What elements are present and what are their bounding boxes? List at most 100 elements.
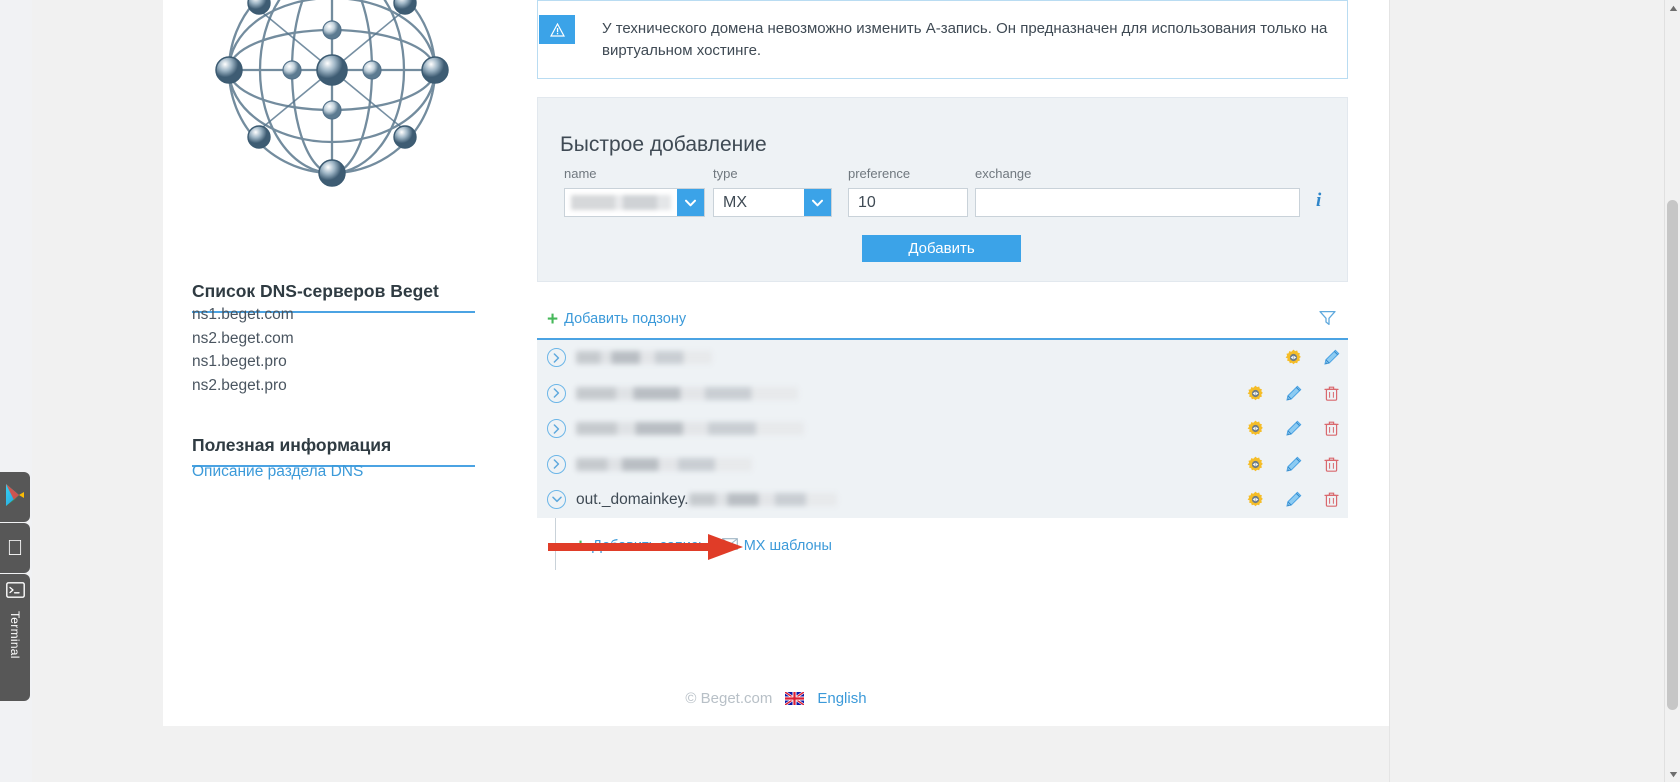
row-actions bbox=[1247, 447, 1340, 483]
exchange-input[interactable] bbox=[975, 188, 1300, 217]
redacted-domain bbox=[576, 457, 752, 471]
chevron-right-icon[interactable] bbox=[547, 383, 566, 403]
row-actions bbox=[1285, 340, 1340, 376]
dns-records-section: + Добавить подзону out._domainkey. + Доб… bbox=[537, 300, 1348, 570]
redacted-domain bbox=[688, 493, 837, 507]
label-preference: preference bbox=[848, 166, 911, 181]
add-record-button[interactable]: + Добавить запись bbox=[575, 537, 706, 556]
add-record-label: Добавить запись bbox=[592, 538, 706, 554]
delete-trash-icon[interactable] bbox=[1323, 385, 1340, 402]
redacted-domain bbox=[576, 351, 712, 365]
gear-icon[interactable] bbox=[1285, 349, 1302, 366]
dns-globe-illustration bbox=[197, 0, 467, 216]
chevron-right-icon[interactable] bbox=[547, 348, 566, 368]
add-button[interactable]: Добавить bbox=[862, 235, 1021, 262]
chevron-down-icon[interactable] bbox=[677, 189, 704, 216]
name-select-value bbox=[571, 195, 671, 210]
vertical-scrollbar[interactable] bbox=[1664, 0, 1680, 782]
dock-item-play-store[interactable] bbox=[0, 472, 30, 522]
field-name: name bbox=[564, 166, 705, 217]
redacted-domain bbox=[576, 422, 804, 436]
add-subzone-button[interactable]: + Добавить подзону bbox=[537, 310, 686, 329]
envelope-icon bbox=[721, 538, 738, 554]
technical-domain-notice: У технического домена невозможно изменит… bbox=[537, 0, 1348, 79]
dns-section-description-link[interactable]: Описание раздела DNS bbox=[192, 463, 363, 481]
dns-server-item: ns2.beget.pro bbox=[192, 376, 287, 394]
label-name: name bbox=[564, 166, 597, 181]
scroll-down-arrow-icon[interactable] bbox=[1665, 766, 1680, 782]
table-row[interactable] bbox=[537, 376, 1348, 412]
label-type: type bbox=[713, 166, 738, 181]
info-icon[interactable]: i bbox=[1316, 190, 1321, 212]
label-exchange: exchange bbox=[975, 166, 1032, 181]
dns-server-item: ns1.beget.com bbox=[192, 306, 294, 323]
plus-icon: + bbox=[547, 308, 559, 330]
table-row[interactable] bbox=[537, 340, 1348, 376]
uk-flag-icon bbox=[784, 690, 806, 707]
mx-templates-label: MX шаблоны bbox=[743, 538, 832, 554]
table-row[interactable] bbox=[537, 411, 1348, 447]
record-name bbox=[576, 351, 712, 365]
edit-pencil-icon[interactable] bbox=[1285, 491, 1302, 508]
delete-trash-icon[interactable] bbox=[1323, 456, 1340, 473]
record-name: out._domainkey. bbox=[576, 491, 837, 509]
scroll-up-arrow-icon[interactable] bbox=[1665, 0, 1680, 16]
chevron-down-icon[interactable] bbox=[804, 189, 831, 216]
gear-icon[interactable] bbox=[1247, 420, 1264, 437]
copyright-text: © Beget.com bbox=[685, 690, 773, 707]
row-actions bbox=[1247, 411, 1340, 447]
main-content: У технического домена невозможно изменит… bbox=[537, 0, 1359, 726]
scrollbar-thumb[interactable] bbox=[1667, 200, 1678, 710]
records-toolbar: + Добавить подзону bbox=[537, 300, 1348, 338]
field-type: type MX bbox=[713, 166, 832, 217]
edit-pencil-icon[interactable] bbox=[1285, 385, 1302, 402]
record-name bbox=[576, 386, 798, 400]
gear-icon[interactable] bbox=[1247, 385, 1264, 402]
record-name-text: out._domainkey. bbox=[576, 490, 689, 508]
record-name bbox=[576, 422, 804, 436]
dns-server-item: ns1.beget.pro bbox=[192, 353, 287, 370]
os-dock:  Terminal bbox=[0, 0, 32, 782]
dns-server-item: ns2.beget.com bbox=[192, 329, 294, 347]
records-footer: + Добавить запись MX шаблоны bbox=[555, 517, 1348, 570]
field-exchange: exchange bbox=[975, 166, 1300, 217]
terminal-label: Terminal bbox=[8, 611, 22, 659]
record-name bbox=[576, 457, 752, 471]
dock-item-apple[interactable]:  bbox=[0, 523, 30, 573]
dns-server-list: ns1.beget.com ns2.beget.com ns1.beget.pr… bbox=[192, 303, 294, 397]
edit-pencil-icon[interactable] bbox=[1285, 420, 1302, 437]
type-select[interactable]: MX bbox=[713, 188, 832, 217]
edit-pencil-icon[interactable] bbox=[1285, 456, 1302, 473]
row-actions bbox=[1247, 482, 1340, 518]
field-preference: preference 10 bbox=[848, 166, 968, 217]
add-subzone-label: Добавить подзону bbox=[564, 311, 687, 327]
play-store-icon bbox=[4, 483, 26, 512]
notice-text: У технического домена невозможно изменит… bbox=[602, 20, 1328, 59]
terminal-icon bbox=[5, 582, 25, 603]
browser-page: Список DNS-серверов Beget ns1.beget.com … bbox=[163, 0, 1389, 726]
table-row[interactable] bbox=[537, 447, 1348, 483]
screen:  Terminal bbox=[0, 0, 1680, 782]
filter-icon[interactable] bbox=[1319, 310, 1336, 331]
redacted-domain bbox=[576, 386, 798, 400]
page-right-edge bbox=[1389, 0, 1390, 782]
chevron-down-icon[interactable] bbox=[547, 490, 566, 510]
chevron-right-icon[interactable] bbox=[547, 454, 566, 474]
preference-input[interactable]: 10 bbox=[848, 188, 968, 217]
table-row[interactable]: out._domainkey. bbox=[537, 482, 1348, 518]
mx-templates-button[interactable]: MX шаблоны bbox=[721, 538, 832, 554]
name-select[interactable] bbox=[564, 188, 705, 217]
gear-icon[interactable] bbox=[1247, 456, 1264, 473]
language-switch[interactable]: English bbox=[817, 690, 866, 707]
dock-item-terminal[interactable]: Terminal bbox=[0, 574, 30, 701]
gear-icon[interactable] bbox=[1247, 491, 1264, 508]
page-footer: © Beget.com English bbox=[163, 690, 1389, 707]
chevron-right-icon[interactable] bbox=[547, 419, 566, 439]
delete-trash-icon[interactable] bbox=[1323, 491, 1340, 508]
row-actions bbox=[1247, 376, 1340, 412]
quick-add-card: Быстрое добавление name type MX preferen… bbox=[537, 97, 1348, 282]
edit-pencil-icon[interactable] bbox=[1323, 349, 1340, 366]
dns-records-table: out._domainkey. bbox=[537, 338, 1348, 518]
delete-trash-icon[interactable] bbox=[1323, 420, 1340, 437]
sidebar: Список DNS-серверов Beget ns1.beget.com … bbox=[163, 0, 503, 726]
